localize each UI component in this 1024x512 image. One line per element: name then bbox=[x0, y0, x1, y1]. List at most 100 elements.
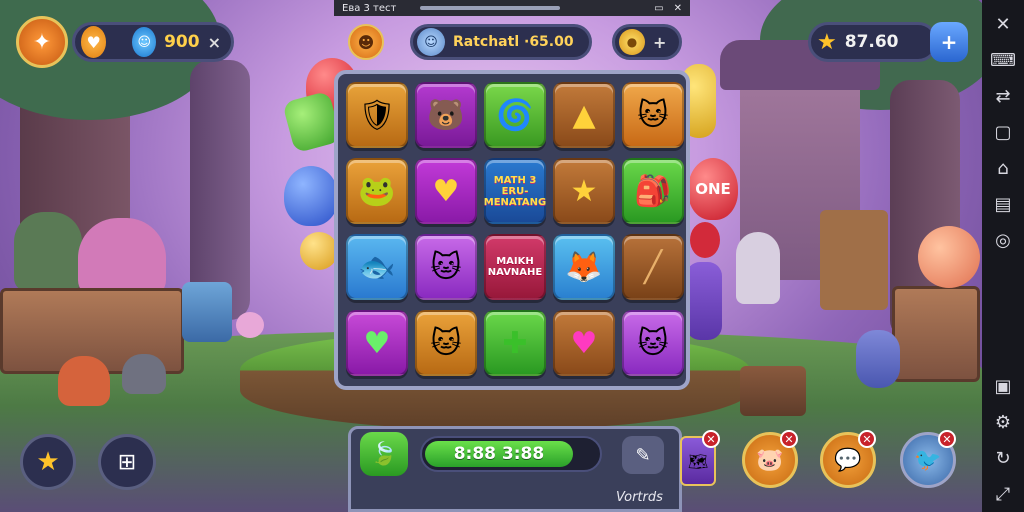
smiley-button[interactable]: ☻ bbox=[348, 24, 384, 60]
star-quest-button[interactable]: ★ bbox=[20, 434, 76, 490]
profile-button[interactable]: ✦ bbox=[16, 16, 68, 68]
wooden-crate-right bbox=[892, 286, 980, 382]
star-icon: ★ bbox=[817, 29, 837, 55]
red-small-heart-float bbox=[690, 222, 720, 258]
tile-yellow-cat[interactable]: 🐱 bbox=[622, 82, 684, 148]
tile-red-heart-label[interactable]: MAIKH NAVNAHE bbox=[484, 234, 546, 300]
coins-close-button[interactable]: × bbox=[208, 33, 221, 52]
rotate-icon[interactable]: ↻ bbox=[982, 440, 1024, 476]
leaf-icon: 🍃 bbox=[370, 441, 398, 467]
orange-cat-character bbox=[58, 356, 110, 406]
tile-yellow-heart[interactable]: ♥ bbox=[415, 158, 477, 224]
star-quest-icon: ★ bbox=[36, 447, 60, 477]
tile-green-heart[interactable]: ♥ bbox=[346, 310, 408, 376]
emulator-sidebar: ✕ ⌨ ⇄ ▢ ⌂ ▤ ◎ ▣ ⚙ ↻ ⤢ bbox=[982, 0, 1024, 512]
chat-close-icon[interactable]: ✕ bbox=[858, 430, 876, 448]
stars-bar: ★ 87.60 bbox=[808, 22, 938, 62]
window-titlebar: Ева 3 тест ▭ ✕ bbox=[334, 0, 690, 16]
timer-value: 8:88 3:88 bbox=[453, 444, 545, 464]
player-label: Ratchatl ·65.00 bbox=[453, 34, 574, 50]
pink-heart-deco bbox=[236, 312, 264, 338]
close-icon[interactable]: ✕ bbox=[982, 6, 1024, 42]
tile-brown-stick[interactable]: ╱ bbox=[622, 234, 684, 300]
window-icon[interactable]: ▢ bbox=[982, 114, 1024, 150]
player-avatar-icon: ☺ bbox=[417, 28, 445, 56]
window-progress-line bbox=[420, 6, 561, 10]
coins-bar: ♥ ☺ 900 × bbox=[72, 22, 234, 62]
blue-heart-float bbox=[284, 166, 338, 226]
pencil-icon: ✎ bbox=[635, 444, 651, 466]
settings-icon[interactable]: ⚙ bbox=[982, 404, 1024, 440]
crystal-blue bbox=[856, 330, 900, 388]
tile-special-math3[interactable]: MATH 3 ERU- MENATANG bbox=[484, 158, 546, 224]
pink-pig-character bbox=[78, 218, 166, 298]
tree-trunk-mid bbox=[190, 60, 250, 320]
heart-icon: ♥ bbox=[81, 26, 107, 58]
tile-gray-cat[interactable]: 🐱 bbox=[622, 310, 684, 376]
bottom-leaf-button[interactable]: 🍃 bbox=[360, 432, 408, 476]
green-cat-character bbox=[14, 212, 82, 292]
tile-yellow-frog[interactable]: 🐸 bbox=[346, 158, 408, 224]
footer-text: Vortrds bbox=[616, 490, 663, 505]
menu-grid-button[interactable]: ⊞ bbox=[98, 434, 156, 490]
gold-coin-icon: ● bbox=[619, 29, 645, 55]
ghost-statue bbox=[736, 232, 780, 304]
expand-icon[interactable]: ⤢ bbox=[982, 476, 1024, 512]
chat-icon: 💬 bbox=[834, 447, 862, 473]
window-close-icon[interactable]: ✕ bbox=[674, 3, 682, 14]
smiley-icon: ☻ bbox=[357, 32, 375, 52]
bird-pet-close-icon[interactable]: ✕ bbox=[938, 430, 956, 448]
home-icon[interactable]: ⌂ bbox=[982, 150, 1024, 186]
peach-ball-deco bbox=[918, 226, 980, 288]
blue-barrel bbox=[182, 282, 232, 342]
pink-pet-close-icon[interactable]: ✕ bbox=[780, 430, 798, 448]
currency-add-button[interactable]: + bbox=[653, 33, 666, 52]
stars-add-button[interactable]: + bbox=[930, 22, 968, 62]
tile-orange-fish[interactable]: 🐟 bbox=[346, 234, 408, 300]
gray-cat-character bbox=[122, 354, 166, 394]
tile-green-swirl[interactable]: 🌀 bbox=[484, 82, 546, 148]
tile-blue-cat[interactable]: 🐱 bbox=[415, 310, 477, 376]
gold-coin-float bbox=[300, 232, 338, 270]
special-tile-text: MATH 3 ERU- MENATANG bbox=[483, 174, 547, 208]
pink-pet-icon: 🐷 bbox=[756, 447, 784, 473]
bird-pet-icon: 🐦 bbox=[914, 447, 942, 473]
purple-candy-float bbox=[686, 262, 722, 340]
coins-value: 900 bbox=[164, 32, 200, 52]
tile-orange-shield[interactable]: 🛡 bbox=[346, 82, 408, 148]
stars-add-icon: + bbox=[940, 30, 958, 54]
screenshot-icon[interactable]: ▣ bbox=[982, 368, 1024, 404]
window-clipboard-icon[interactable]: ▭ bbox=[654, 3, 663, 14]
one-heart-float: ONE bbox=[688, 158, 738, 220]
tile-brown-bear[interactable]: 🐻 bbox=[415, 82, 477, 148]
coin-face-icon: ☺ bbox=[132, 27, 157, 57]
tile-purple-cat[interactable]: 🐱 bbox=[415, 234, 477, 300]
tile-green-star[interactable]: ✚ bbox=[484, 310, 546, 376]
tile-pink-heart[interactable]: ♥ bbox=[553, 310, 615, 376]
wooden-chair bbox=[820, 210, 888, 310]
tile-gold-star-brown[interactable]: ▲ bbox=[553, 82, 615, 148]
tile-grid: 🛡 🐻 🌀 ▲ 🐱 🐸 ♥ MATH 3 ERU- MENATANG ★ 🎒 🐟… bbox=[346, 82, 684, 376]
match3-board: 🛡 🐻 🌀 ▲ 🐱 🐸 ♥ MATH 3 ERU- MENATANG ★ 🎒 🐟… bbox=[334, 70, 690, 390]
one-text: ONE bbox=[695, 180, 731, 198]
map-card-icon: 🗺 bbox=[687, 451, 709, 471]
window-title: Ева 3 тест bbox=[342, 2, 397, 14]
timer-progress-fill: 8:88 3:88 bbox=[425, 441, 573, 467]
profile-icon: ✦ bbox=[32, 29, 52, 55]
tile-green-bag[interactable]: 🎒 bbox=[622, 158, 684, 224]
tile-yellow-star[interactable]: ★ bbox=[553, 158, 615, 224]
record-icon[interactable]: ◎ bbox=[982, 222, 1024, 258]
map-card-close-icon[interactable]: ✕ bbox=[702, 430, 720, 448]
heart-tile-text: MAIKH NAVNAHE bbox=[487, 256, 543, 278]
swap-icon[interactable]: ⇄ bbox=[982, 78, 1024, 114]
menu-grid-icon: ⊞ bbox=[117, 449, 137, 475]
stars-value: 87.60 bbox=[844, 32, 899, 52]
timer-bar: 8:88 3:88 bbox=[420, 436, 602, 472]
gamepad-icon[interactable]: ⌨ bbox=[982, 42, 1024, 78]
edit-button[interactable]: ✎ bbox=[622, 436, 664, 474]
currency-bar: ● + bbox=[612, 24, 682, 60]
player-bar: ☺ Ratchatl ·65.00 bbox=[410, 24, 592, 60]
tile-orange-fox[interactable]: 🦊 bbox=[553, 234, 615, 300]
clipboard-icon[interactable]: ▤ bbox=[982, 186, 1024, 222]
book-stack bbox=[740, 366, 806, 416]
